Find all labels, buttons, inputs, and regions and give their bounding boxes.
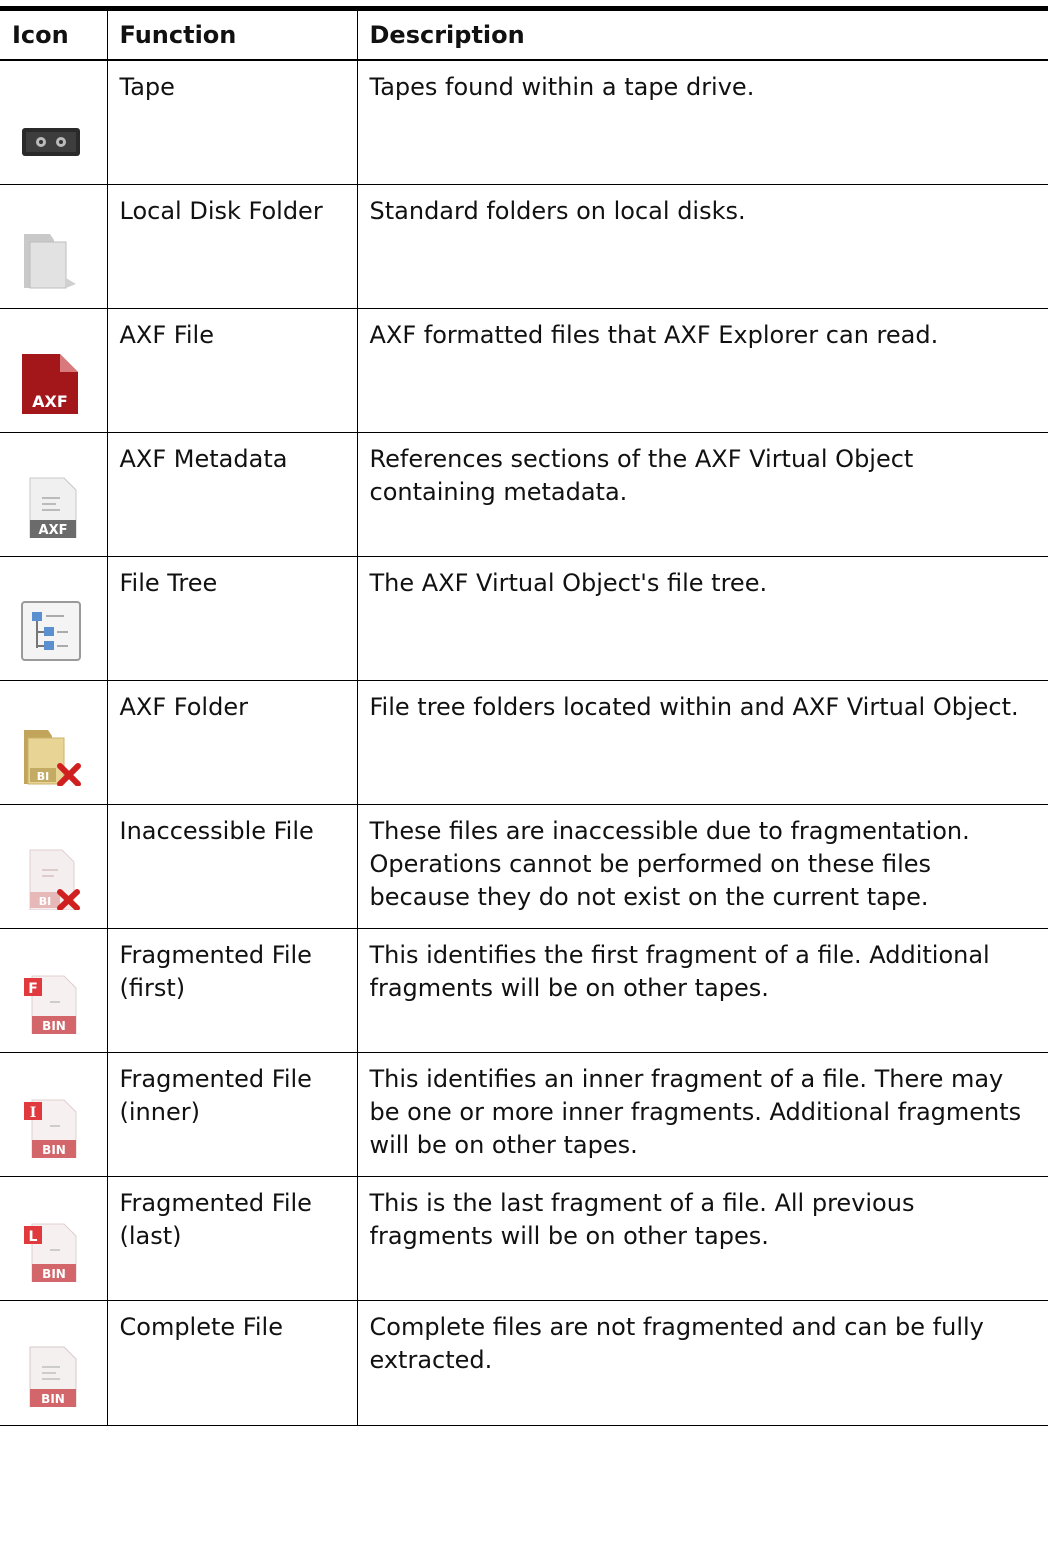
file-tree-icon <box>21 600 81 661</box>
header-description: Description <box>369 21 525 49</box>
description-cell: These files are inaccessible due to frag… <box>357 804 1048 929</box>
table-row: BI AXF Folder File tree folders located … <box>0 680 1048 805</box>
bin-label: BI <box>39 895 51 908</box>
table-row: File Tree The AXF Virtual Object's file … <box>0 556 1048 681</box>
description-cell: File tree folders located within and AXF… <box>357 680 1048 805</box>
icon-cell: BI <box>0 804 108 929</box>
table-row: Local Disk Folder Standard folders on lo… <box>0 184 1048 309</box>
function-cell: AXF Folder <box>107 680 358 805</box>
function-cell: Inaccessible File <box>107 804 358 929</box>
description-cell: This is the last fragment of a file. All… <box>357 1176 1048 1301</box>
function-cell: Complete File <box>107 1300 358 1426</box>
tape-icon <box>22 127 80 156</box>
table-row: I BIN Fragmented File (inner) This ident… <box>0 1052 1048 1177</box>
function-cell: Local Disk Folder <box>107 184 358 309</box>
table-row: AXF AXF Metadata References sections of … <box>0 432 1048 557</box>
fragment-letter: I <box>30 1105 37 1121</box>
icon-legend-table: Icon Function Description Tape Tapes fou… <box>0 6 1048 1426</box>
function-cell: Fragmented File (last) <box>107 1176 358 1301</box>
axf-file-icon: AXF <box>22 353 78 414</box>
description-cell: Tapes found within a tape drive. <box>357 60 1048 185</box>
icon-cell <box>0 556 108 681</box>
axf-label: AXF <box>32 392 68 411</box>
icon-cell: F BIN <box>0 928 108 1053</box>
table-row: BI Inaccessible File These files are ina… <box>0 804 1048 929</box>
icon-cell: L BIN <box>0 1176 108 1301</box>
description-cell: This identifies an inner fragment of a f… <box>357 1052 1048 1177</box>
icon-cell: BI <box>0 680 108 805</box>
description-cell: References sections of the AXF Virtual O… <box>357 432 1048 557</box>
description-cell: The AXF Virtual Object's file tree. <box>357 556 1048 681</box>
table-row: L BIN Fragmented File (last) This is the… <box>0 1176 1048 1301</box>
fragment-letter: L <box>29 1229 38 1245</box>
function-cell: AXF File <box>107 308 358 433</box>
bin-label: BIN <box>42 1143 66 1157</box>
bin-label: BI <box>37 770 49 783</box>
icon-cell <box>0 184 108 309</box>
table-row: Tape Tapes found within a tape drive. <box>0 60 1048 185</box>
icon-cell: AXF <box>0 432 108 557</box>
header-row: Icon Function Description <box>0 8 1048 60</box>
table-row: F BIN Fragmented File (first) This ident… <box>0 928 1048 1053</box>
bin-label: BIN <box>42 1019 66 1033</box>
description-cell: AXF formatted files that AXF Explorer ca… <box>357 308 1048 433</box>
fragment-letter: F <box>28 981 38 997</box>
bin-label: BIN <box>42 1267 66 1281</box>
table-row: BIN Complete File Complete files are not… <box>0 1300 1048 1426</box>
bin-label: BIN <box>41 1392 65 1406</box>
function-cell: Fragmented File (first) <box>107 928 358 1053</box>
fragmented-first-icon: F BIN <box>24 975 77 1034</box>
function-cell: AXF Metadata <box>107 432 358 557</box>
header-function: Function <box>107 8 358 60</box>
complete-file-icon: BIN <box>29 1346 77 1407</box>
description-cell: This identifies the first fragment of a … <box>357 928 1048 1053</box>
inaccessible-file-icon: BI <box>29 849 80 910</box>
table-row: AXF AXF File AXF formatted files that AX… <box>0 308 1048 433</box>
axf-label: AXF <box>39 523 68 538</box>
icon-cell: AXF <box>0 308 108 433</box>
axf-folder-icon: BI <box>24 729 81 786</box>
function-cell: File Tree <box>107 556 358 681</box>
description-cell: Standard folders on local disks. <box>357 184 1048 309</box>
function-cell: Tape <box>107 60 358 185</box>
header-icon: Icon <box>0 8 108 60</box>
function-cell: Fragmented File (inner) <box>107 1052 358 1177</box>
fragmented-last-icon: L BIN <box>24 1223 77 1282</box>
icon-cell: BIN <box>0 1300 108 1426</box>
icon-cell: I BIN <box>0 1052 108 1177</box>
fragmented-inner-icon: I BIN <box>24 1099 77 1158</box>
icon-cell <box>0 60 108 185</box>
local-disk-folder-icon <box>24 233 76 288</box>
axf-metadata-icon: AXF <box>29 477 77 538</box>
description-cell: Complete files are not fragmented and ca… <box>357 1300 1048 1426</box>
